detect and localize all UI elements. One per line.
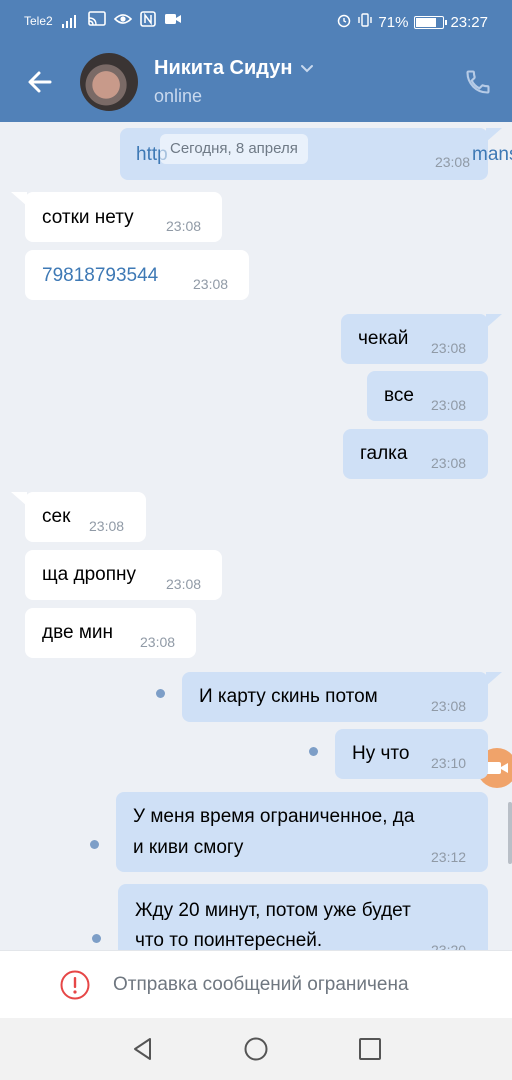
message-text-line1: Жду 20 минут, потом уже будет bbox=[135, 900, 411, 921]
contact-status: online bbox=[154, 86, 203, 106]
message-text: галка bbox=[360, 443, 408, 464]
unread-dot bbox=[156, 689, 165, 698]
recents-icon[interactable] bbox=[357, 1036, 383, 1062]
unread-dot bbox=[92, 934, 101, 943]
vibrate-icon bbox=[358, 12, 373, 32]
message-text: чекай bbox=[358, 328, 409, 349]
nfc-icon bbox=[140, 11, 156, 31]
battery-label: 71% bbox=[378, 13, 409, 31]
alert-icon bbox=[60, 970, 90, 1000]
message-bubble-incoming[interactable]: сек 23:08 bbox=[11, 492, 146, 542]
message-bubble-incoming[interactable]: две мин 23:08 bbox=[25, 608, 196, 658]
phone-number-link[interactable]: 79818793544 bbox=[42, 265, 158, 287]
message-bubble-outgoing[interactable]: Жду 20 минут, потом уже будет что то пои… bbox=[118, 884, 488, 950]
status-bar: Tele2 71% 23:27 bbox=[0, 0, 512, 44]
message-bubble-outgoing[interactable]: чекай 23:08 bbox=[341, 314, 502, 364]
message-time: 23:08 bbox=[431, 698, 467, 714]
eye-icon bbox=[113, 11, 133, 31]
message-text: Ну что bbox=[352, 743, 410, 764]
clock-label: 23:27 bbox=[450, 13, 488, 31]
message-bubble-incoming[interactable]: 79818793544 23:08 bbox=[25, 250, 249, 300]
message-bubble-incoming[interactable]: сотки нету 23:08 bbox=[11, 192, 222, 242]
message-bubble-incoming[interactable]: ща дропну 23:08 bbox=[25, 550, 222, 600]
message-time: 23:08 bbox=[193, 276, 229, 292]
message-time: 23:08 bbox=[140, 634, 176, 650]
message-text-line2: и киви смогу bbox=[133, 837, 244, 858]
message-text-end[interactable]: manss bbox=[472, 144, 512, 166]
message-time: 23:08 bbox=[431, 340, 467, 356]
message-text-line2: что то поинтересней. bbox=[135, 930, 323, 950]
message-time: 23:10 bbox=[431, 755, 467, 771]
message-bubble-outgoing[interactable]: У меня время ограниченное, да и киви смо… bbox=[116, 792, 488, 872]
chevron-down-icon[interactable] bbox=[300, 64, 314, 74]
carrier-label: Tele2 bbox=[24, 14, 53, 28]
message-text: И карту скинь потом bbox=[199, 686, 378, 707]
unread-dot bbox=[90, 840, 99, 849]
status-right: 71% 23:27 bbox=[336, 12, 488, 32]
message-time: 23:08 bbox=[431, 397, 467, 413]
message-time: 23:20 bbox=[431, 942, 467, 950]
home-icon[interactable] bbox=[243, 1036, 269, 1062]
date-separator: Сегодня, 8 апреля bbox=[160, 134, 308, 164]
avatar[interactable] bbox=[80, 53, 138, 111]
restriction-bar: Отправка сообщений ограничена bbox=[0, 950, 512, 1018]
message-time: 23:08 bbox=[166, 576, 202, 592]
message-text-line1: У меня время ограниченное, да bbox=[133, 806, 415, 827]
message-time: 23:08 bbox=[431, 455, 467, 471]
message-bubble-outgoing[interactable]: Ну что 23:10 bbox=[335, 729, 488, 779]
status-icons bbox=[88, 11, 182, 31]
restriction-text: Отправка сообщений ограничена bbox=[113, 974, 409, 995]
cast-icon bbox=[88, 11, 106, 31]
back-arrow-icon[interactable] bbox=[24, 66, 56, 98]
message-time: 23:08 bbox=[166, 218, 202, 234]
system-nav-bar bbox=[0, 1018, 512, 1080]
chat-area[interactable]: http manss 23:08 Сегодня, 8 апреля сотки… bbox=[0, 122, 512, 950]
video-icon bbox=[164, 11, 182, 31]
back-icon[interactable] bbox=[130, 1036, 156, 1062]
phone-icon[interactable] bbox=[464, 68, 492, 96]
top-bar: Tele2 71% 23:27 Никита Сидун online bbox=[0, 0, 512, 122]
message-text: сотки нету bbox=[42, 207, 134, 228]
message-bubble-outgoing[interactable]: все 23:08 bbox=[367, 371, 488, 421]
message-text: две мин bbox=[42, 622, 113, 643]
unread-dot bbox=[309, 747, 318, 756]
message-bubble-outgoing[interactable]: И карту скинь потом 23:08 bbox=[182, 672, 502, 722]
camera-icon bbox=[486, 762, 508, 774]
scrollbar[interactable] bbox=[508, 802, 512, 864]
contact-name-row[interactable]: Никита Сидун bbox=[154, 57, 314, 80]
message-time: 23:08 bbox=[89, 518, 125, 534]
message-time: 23:08 bbox=[434, 154, 470, 170]
signal-icon bbox=[62, 12, 76, 28]
message-time: 23:12 bbox=[431, 849, 467, 865]
message-text: ща дропну bbox=[42, 564, 136, 585]
alarm-icon bbox=[336, 12, 352, 32]
battery-icon bbox=[414, 15, 448, 29]
contact-name[interactable]: Никита Сидун bbox=[154, 57, 292, 80]
message-text: все bbox=[384, 385, 414, 406]
message-bubble-outgoing[interactable]: галка 23:08 bbox=[343, 429, 488, 479]
message-text: сек bbox=[42, 506, 71, 527]
